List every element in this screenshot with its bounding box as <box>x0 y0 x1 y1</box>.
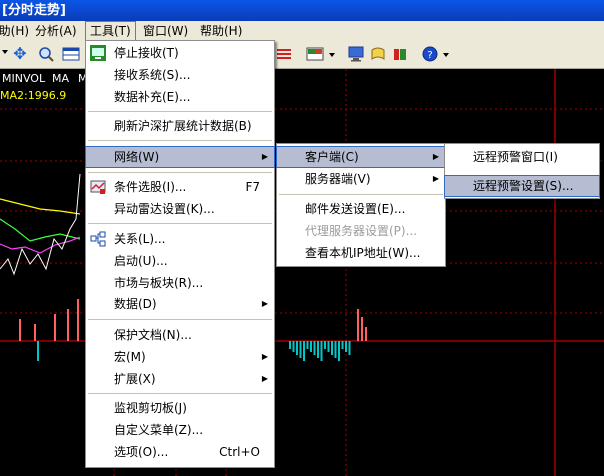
menu-custom-menu[interactable]: 自定义菜单(Z)... <box>86 420 274 440</box>
tools-menu: 停止接收(T) 接收系统(S)... 数据补充(E)... 刷新沪深扩展统计数据… <box>85 40 275 468</box>
menu-server[interactable]: 服务器端(V) ▶ <box>277 169 445 189</box>
client-submenu: 远程预警窗口(I) 远程预警设置(S)... <box>444 143 600 199</box>
menu-refresh-stats[interactable]: 刷新沪深扩展统计数据(B) <box>86 116 274 136</box>
dropdown-arrow-icon[interactable] <box>2 50 8 54</box>
dropdown-arrow-icon[interactable] <box>329 53 335 57</box>
menu-separator <box>88 140 272 141</box>
title-bar: [分时走势] <box>0 0 604 21</box>
menu-help[interactable]: 帮助(H) <box>196 21 246 41</box>
menu-data[interactable]: 数据(D) ▶ <box>86 294 274 314</box>
menu-macro[interactable]: 宏(M) ▶ <box>86 347 274 367</box>
menu-startup[interactable]: 启动(U)... <box>86 251 274 271</box>
menu-relation[interactable]: 关系(L)... <box>86 229 274 249</box>
menu-client[interactable]: 客户端(C) ▶ <box>276 146 446 168</box>
submenu-arrow-icon: ▶ <box>261 299 268 308</box>
menu-protect-doc[interactable]: 保护文档(N)... <box>86 325 274 345</box>
menu-market-sector[interactable]: 市场与板块(R)... <box>86 273 274 293</box>
book-icon[interactable] <box>392 46 408 62</box>
menu-help-partial[interactable]: ]助(H) <box>0 21 33 41</box>
submenu-arrow-icon: ▶ <box>261 374 268 383</box>
menu-data-supplement[interactable]: 数据补充(E)... <box>86 87 274 107</box>
ma-line-green <box>0 218 81 242</box>
table-icon[interactable] <box>62 46 80 62</box>
submenu-arrow-icon: ▶ <box>432 152 439 161</box>
svg-text:?: ? <box>427 50 432 61</box>
menu-proxy-settings: 代理服务器设置(P)... <box>305 224 418 238</box>
layout-icon[interactable] <box>306 46 324 62</box>
submenu-arrow-icon: ▶ <box>432 174 439 183</box>
menu-separator <box>88 223 272 224</box>
menu-separator <box>88 111 272 112</box>
toolbar-overflow-icon[interactable] <box>443 53 449 57</box>
menu-network[interactable]: 网络(W) ▶ <box>85 146 275 168</box>
monitor-icon[interactable] <box>348 46 364 62</box>
menu-remote-alert-settings[interactable]: 远程预警设置(S)... <box>444 175 600 197</box>
menu-radar-settings[interactable]: 异动雷达设置(K)... <box>86 199 274 219</box>
price-line <box>0 173 81 276</box>
zoom-in-icon[interactable] <box>38 46 54 62</box>
condition-stock-icon <box>90 179 106 195</box>
menu-separator <box>88 319 272 320</box>
network-submenu: 客户端(C) ▶ 服务器端(V) ▶ 邮件发送设置(E)... 代理服务器设置(… <box>276 143 446 267</box>
menu-mail-settings[interactable]: 邮件发送设置(E)... <box>277 199 445 219</box>
ma-line-magenta <box>0 236 81 254</box>
red-lines-icon[interactable] <box>276 46 292 62</box>
window-title: [分时走势] <box>2 3 66 18</box>
menu-options[interactable]: 选项(O)... Ctrl+O <box>86 442 274 462</box>
menu-extend[interactable]: 扩展(X) ▶ <box>86 369 274 389</box>
menu-window[interactable]: 窗口(W) <box>139 21 192 41</box>
menu-remote-alert-window[interactable]: 远程预警窗口(I) <box>445 147 599 167</box>
menu-stop-receive[interactable]: 停止接收(T) <box>86 43 274 63</box>
relation-icon <box>90 231 106 247</box>
ma-line-yellow <box>0 198 81 215</box>
menu-analysis[interactable]: 分析(A) <box>31 21 81 41</box>
menu-bar: ]助(H) 分析(A) 工具(T) 窗口(W) 帮助(H) <box>0 21 604 42</box>
submenu-arrow-icon: ▶ <box>261 152 268 161</box>
menu-receive-system[interactable]: 接收系统(S)... <box>86 65 274 85</box>
menu-separator <box>279 194 443 195</box>
menu-tools[interactable]: 工具(T) <box>85 21 136 41</box>
menu-view-ip[interactable]: 查看本机IP地址(W)... <box>277 243 445 263</box>
menu-monitor-clipboard[interactable]: 监视剪切板(J) <box>86 398 274 418</box>
move-cross-icon[interactable]: ✥ <box>12 46 28 62</box>
menu-separator <box>88 172 272 173</box>
note-icon[interactable] <box>370 46 386 62</box>
menu-condition-select[interactable]: 条件选股(I)... F7 <box>86 177 274 197</box>
receive-icon <box>90 45 106 61</box>
submenu-arrow-icon: ▶ <box>261 352 268 361</box>
menu-separator <box>88 393 272 394</box>
help-icon[interactable]: ? <box>422 46 438 62</box>
